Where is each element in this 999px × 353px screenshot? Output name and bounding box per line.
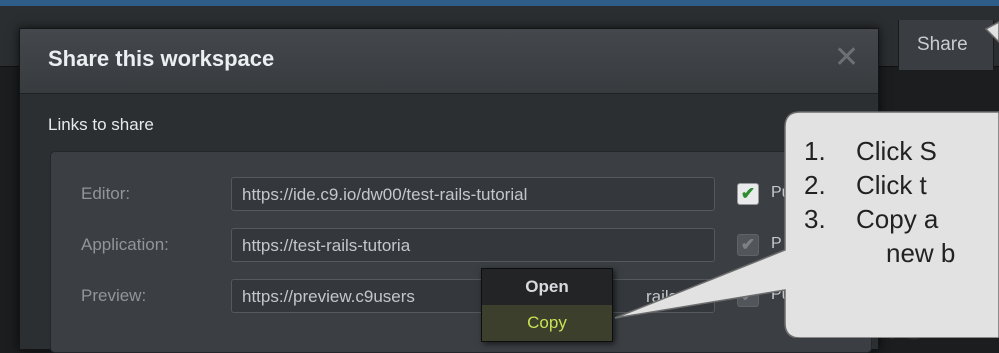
callout-step-2: 2. Click t xyxy=(804,170,927,200)
second-callout-pointer xyxy=(984,21,999,44)
callout-step-1: 1. Click S xyxy=(804,136,937,166)
callout-bubble xyxy=(614,21,999,338)
callout-step-3: 3. Copy a xyxy=(804,204,939,234)
callout-step-3-continued: new b xyxy=(886,238,956,268)
